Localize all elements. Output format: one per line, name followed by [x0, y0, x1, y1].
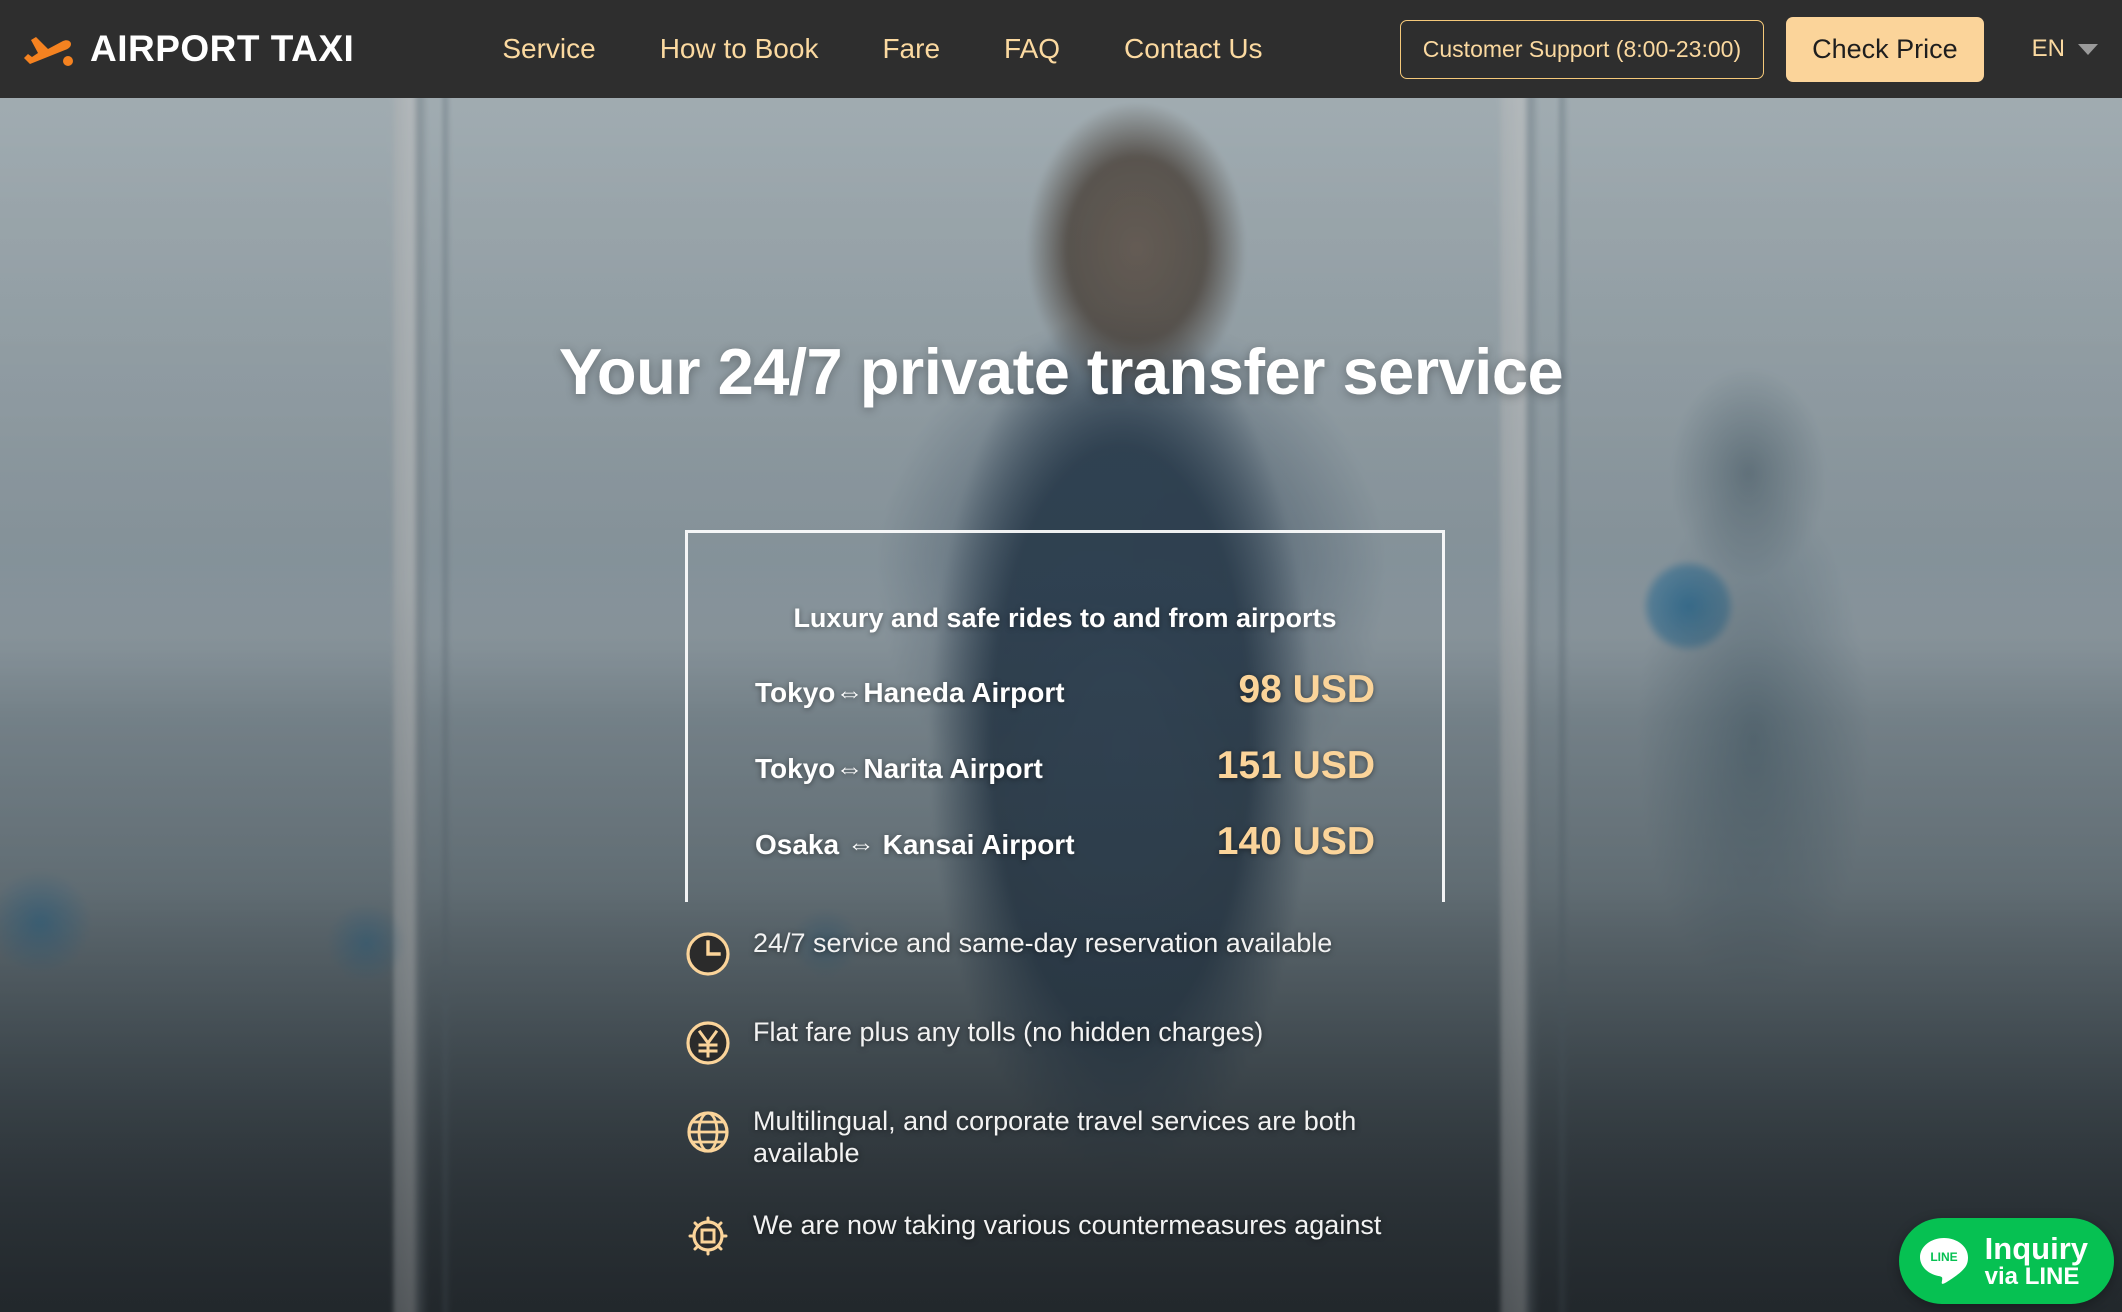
brand-logo[interactable]: AIRPORT TAXI [18, 28, 354, 70]
line-button-text: Inquiry via LINE [1985, 1233, 2088, 1289]
feature-text: 24/7 service and same-day reservation av… [753, 928, 1333, 958]
route-price: 140 USD [1216, 820, 1375, 863]
feature-text: Flat fare plus any tolls (no hidden char… [753, 1017, 1264, 1047]
svg-text:LINE: LINE [1930, 1250, 1957, 1264]
hero-section: Your 24/7 private transfer service Luxur… [0, 98, 2122, 1312]
nav-item-how-to-book[interactable]: How to Book [628, 33, 851, 65]
line-logo-icon: LINE [1919, 1238, 1968, 1284]
main-nav: Service How to Book Fare FAQ Contact Us [470, 33, 1294, 65]
yen-icon [686, 1021, 730, 1065]
language-selector[interactable]: EN [2032, 35, 2098, 63]
language-label: EN [2031, 35, 2065, 62]
check-price-button[interactable]: Check Price [1786, 16, 1984, 82]
hero-title: Your 24/7 private transfer service [558, 335, 1564, 408]
plane-landing-icon [24, 37, 73, 66]
route-price: 98 USD [1238, 668, 1375, 711]
globe-icon [687, 1111, 729, 1153]
feature-text: We are now taking various countermeasure… [753, 1209, 1382, 1240]
nav-item-service[interactable]: Service [470, 33, 627, 65]
line-subtitle: via LINE [1984, 1262, 2080, 1290]
route-row: Tokyo⇔Haneda Airport 98 USD [755, 668, 1375, 744]
feature-item: Flat fare plus any tolls (no hidden char… [685, 1017, 1445, 1066]
nav-item-contact-us[interactable]: Contact Us [1092, 33, 1295, 65]
feature-item: Multilingual, and corporate travel servi… [685, 1106, 1445, 1170]
price-frame-heading: Luxury and safe rides to and from airpor… [793, 603, 1337, 633]
clock-icon [686, 932, 730, 976]
brand-name: AIRPORT TAXI [90, 28, 355, 69]
header-actions: Customer Support (8:00-23:00) Check Pric… [1399, 0, 2122, 98]
route-name: Osaka ⇔ Kansai Airport [755, 829, 1075, 860]
customer-support-button[interactable]: Customer Support (8:00-23:00) [1399, 19, 1765, 79]
route-price-list: Tokyo⇔Haneda Airport 98 USD Tokyo⇔Narita… [755, 668, 1375, 896]
route-price: 151 USD [1216, 744, 1375, 787]
route-name: Tokyo⇔Narita Airport [755, 753, 1043, 784]
site-header: AIRPORT TAXI Service How to Book Fare FA… [0, 0, 2122, 98]
nav-item-fare[interactable]: Fare [850, 33, 972, 65]
route-name: Tokyo⇔Haneda Airport [755, 677, 1065, 708]
feature-item: We are now taking various countermeasure… [685, 1210, 1445, 1259]
virus-shield-icon [688, 1216, 728, 1256]
feature-text: Multilingual, and corporate travel servi… [753, 1106, 1357, 1168]
feature-item: 24/7 service and same-day reservation av… [685, 928, 1445, 977]
feature-list: 24/7 service and same-day reservation av… [685, 928, 1445, 1299]
line-inquiry-button[interactable]: LINE Inquiry via LINE [1898, 1218, 2114, 1304]
line-title: Inquiry [1984, 1230, 2088, 1266]
route-row: Tokyo⇔Narita Airport 151 USD [755, 744, 1375, 820]
route-row: Osaka ⇔ Kansai Airport 140 USD [755, 820, 1375, 896]
nav-item-faq[interactable]: FAQ [972, 33, 1092, 65]
chevron-down-icon [2078, 43, 2098, 55]
